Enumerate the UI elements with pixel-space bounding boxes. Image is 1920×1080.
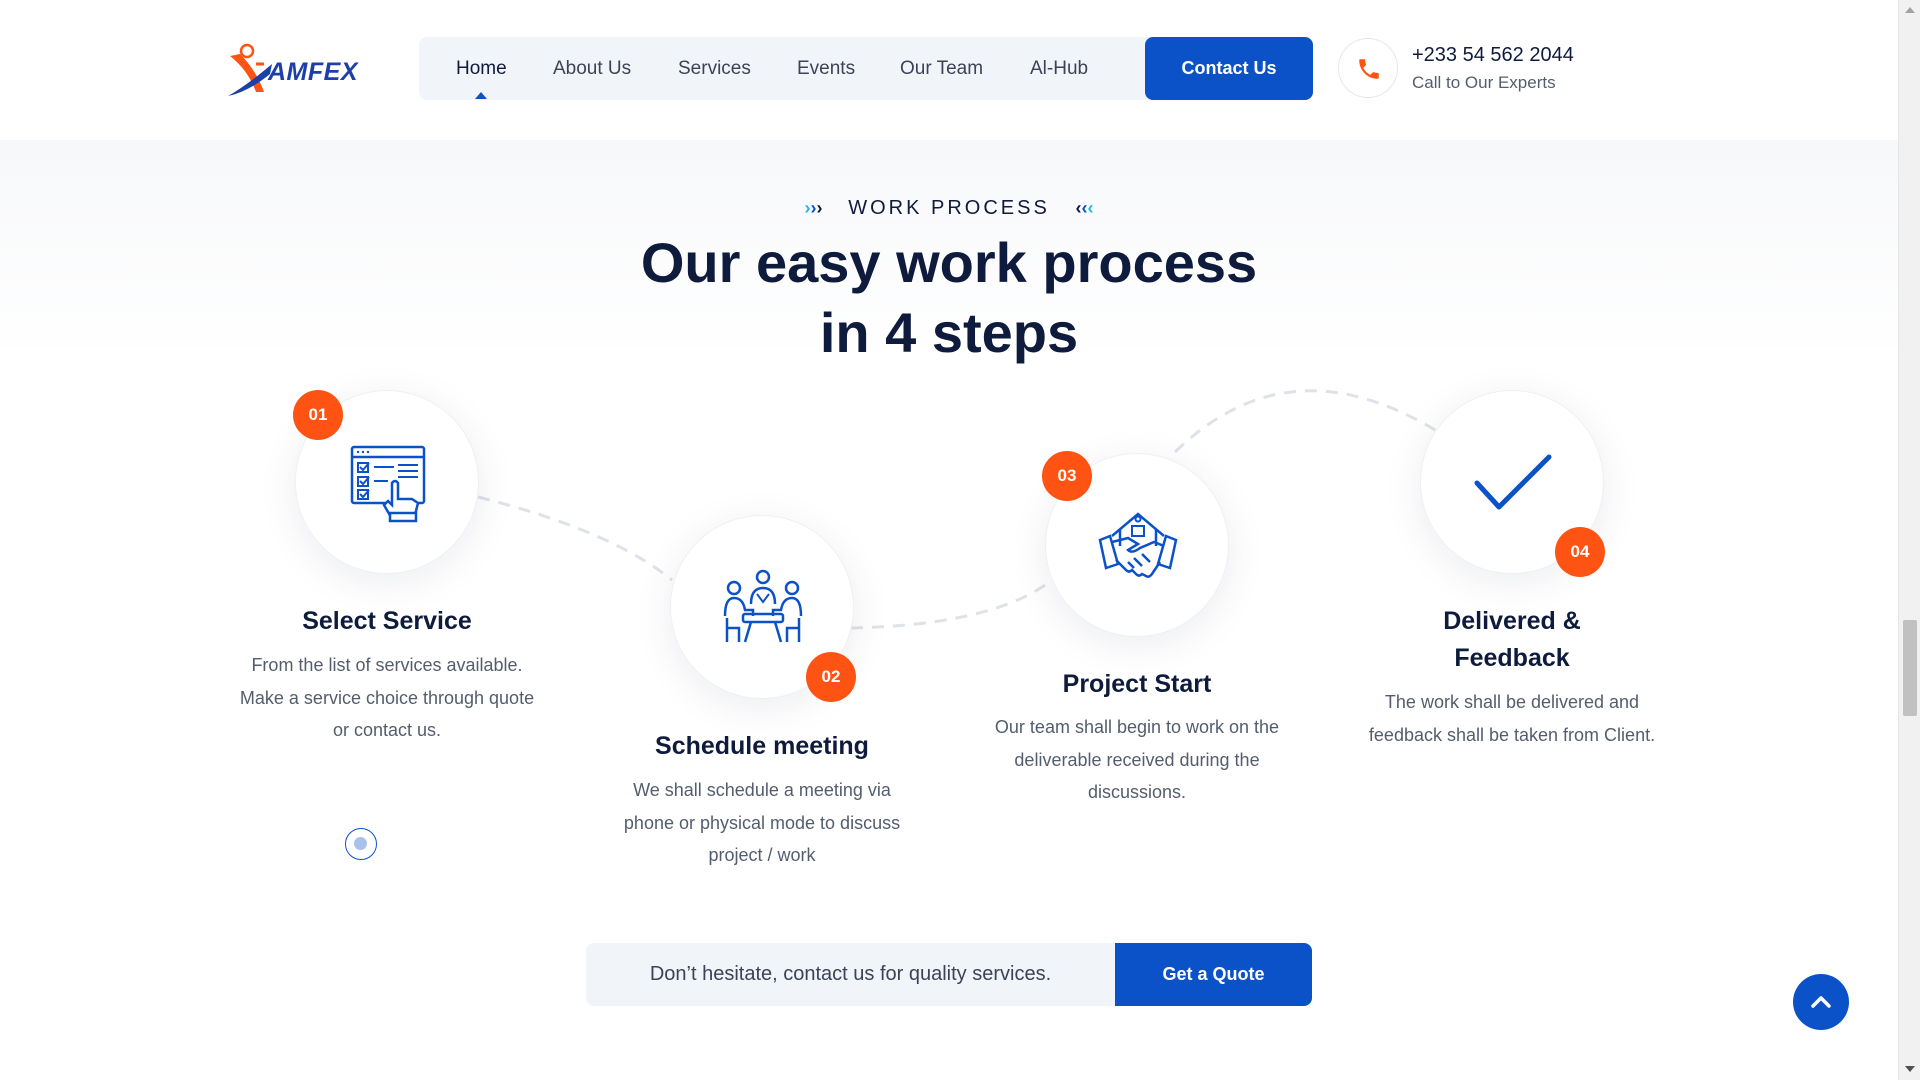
meeting-icon xyxy=(723,569,803,643)
page-scrollbar[interactable] xyxy=(1898,0,1920,1080)
step-2-badge: 02 xyxy=(806,652,856,702)
step-2-title: Schedule meeting xyxy=(655,732,869,760)
process-connector-line xyxy=(477,389,1441,630)
scroll-to-top-button[interactable] xyxy=(1793,974,1849,1030)
checkmark-icon xyxy=(1474,454,1552,510)
step-4-title: Delivered & Feedback xyxy=(1443,607,1581,672)
step-4-badge: 04 xyxy=(1555,527,1605,577)
scroll-up-arrow-icon[interactable] xyxy=(1905,7,1915,13)
step-1-badge: 01 xyxy=(293,390,343,440)
cta-bar: Don’t hesitate, contact us for quality s… xyxy=(586,943,1312,1006)
step-4-description: The work shall be delivered and feedback… xyxy=(1368,692,1656,745)
handshake-icon xyxy=(1098,512,1178,578)
checklist-icon xyxy=(350,445,426,523)
scroll-down-arrow-icon[interactable] xyxy=(1905,1066,1915,1072)
step-2-description: We shall schedule a meeting via phone or… xyxy=(623,780,901,865)
step-3-badge: 03 xyxy=(1042,451,1092,501)
step-1-description: From the list of services available. Mak… xyxy=(239,655,535,740)
cta-text: Don’t hesitate, contact us for quality s… xyxy=(649,963,1052,985)
step-1-title: Select Service xyxy=(302,607,472,635)
step-3-description: Our team shall begin to work on the deli… xyxy=(994,717,1280,802)
scrollbar-thumb[interactable] xyxy=(1903,620,1917,716)
chevron-up-icon xyxy=(1811,996,1831,1008)
slider-pagination-dot[interactable] xyxy=(345,828,377,860)
get-a-quote-button[interactable]: Get a Quote xyxy=(1115,943,1312,1006)
step-3-title: Project Start xyxy=(1062,670,1212,698)
